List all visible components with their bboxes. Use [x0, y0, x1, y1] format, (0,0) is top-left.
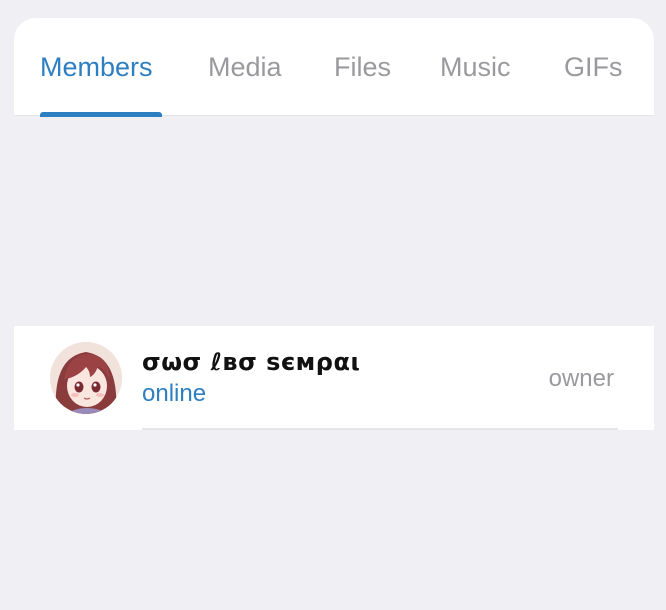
row-divider: [142, 428, 618, 430]
tab-members[interactable]: Members: [40, 51, 153, 83]
active-tab-indicator: [40, 112, 162, 117]
avatar[interactable]: [50, 342, 122, 414]
member-status: online: [142, 380, 207, 407]
tab-files[interactable]: Files: [334, 51, 391, 83]
anime-girl-avatar-icon: [50, 342, 122, 414]
member-row[interactable]: σωσ ℓвσ ѕємραι online owner: [14, 326, 654, 430]
member-name: σωσ ℓвσ ѕємραι: [142, 348, 361, 376]
member-role-badge: owner: [548, 365, 614, 392]
tab-gifs[interactable]: GIFs: [564, 51, 623, 83]
tab-music[interactable]: Music: [440, 51, 511, 83]
media-tabs-bar: Members Media Files Music GIFs: [14, 18, 654, 117]
tab-media[interactable]: Media: [208, 51, 282, 83]
